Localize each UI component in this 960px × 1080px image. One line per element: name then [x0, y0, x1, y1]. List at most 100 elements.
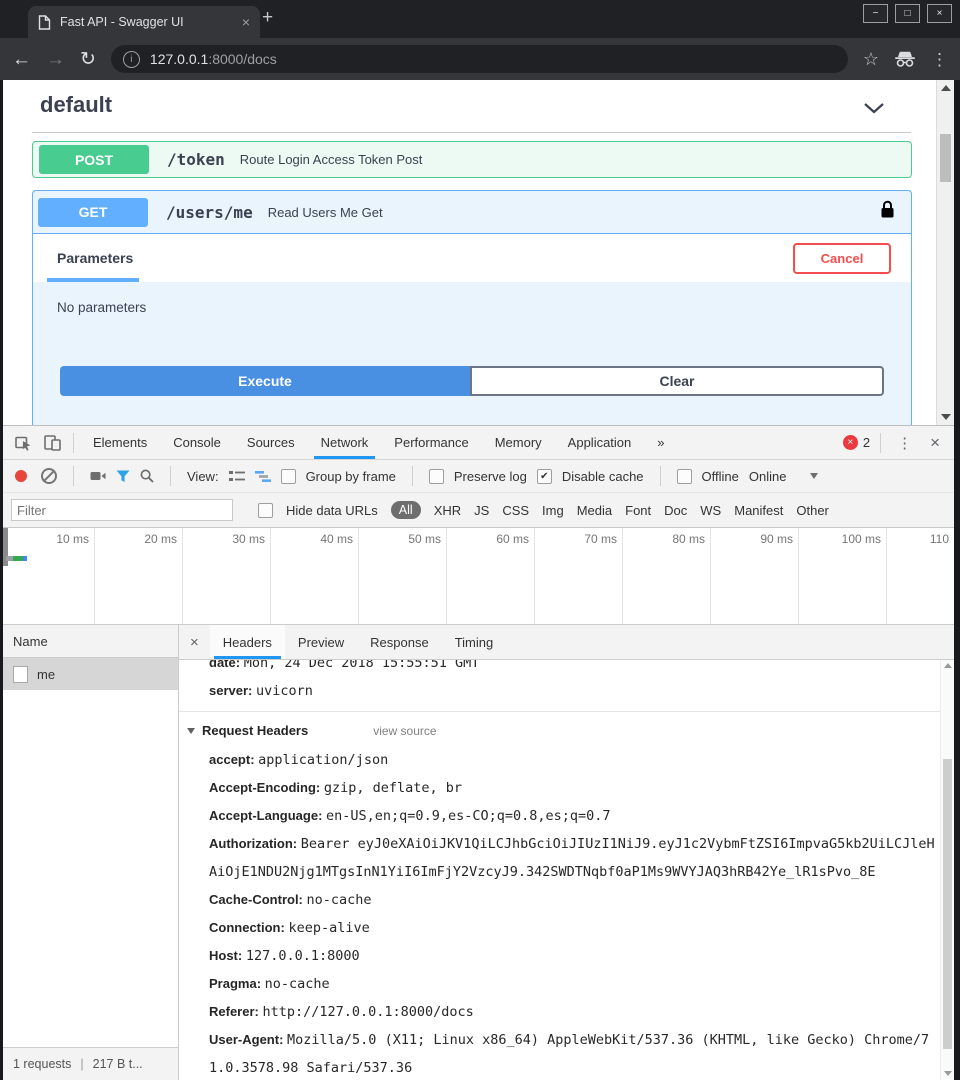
- browser-menu-kebab-icon[interactable]: ⋮: [931, 51, 948, 68]
- page-scrollbar-thumb[interactable]: [940, 134, 951, 182]
- filter-type-manifest[interactable]: Manifest: [734, 503, 783, 518]
- forward-icon[interactable]: →: [46, 50, 65, 69]
- group-by-frame-label[interactable]: Group by frame: [306, 469, 396, 484]
- filter-type-js[interactable]: JS: [474, 503, 489, 518]
- details-close-icon[interactable]: ×: [179, 634, 210, 651]
- filter-type-css[interactable]: CSS: [502, 503, 529, 518]
- endpoint-post-token[interactable]: POST /token Route Login Access Token Pos…: [32, 141, 912, 178]
- timeline-tick: 80 ms: [623, 528, 711, 624]
- header-value: Bearer eyJ0eXAiOiJKV1QiLCJhbGciOiJIUzI1N…: [209, 836, 935, 880]
- scroll-down-arrow-icon[interactable]: [941, 414, 951, 420]
- filter-type-media[interactable]: Media: [577, 503, 612, 518]
- cancel-button[interactable]: Cancel: [793, 243, 891, 274]
- throttling-select[interactable]: Online: [749, 469, 787, 484]
- network-main-split: Name me 1 requests | 217 B t... × Header…: [3, 625, 954, 1080]
- collapse-triangle-icon[interactable]: [187, 728, 195, 734]
- tab-sources[interactable]: Sources: [234, 426, 308, 459]
- devtools-close-icon[interactable]: ×: [922, 433, 948, 453]
- hide-data-urls-checkbox[interactable]: [258, 503, 273, 518]
- search-icon[interactable]: [140, 469, 154, 483]
- incognito-icon[interactable]: [894, 51, 916, 67]
- tab-console[interactable]: Console: [160, 426, 234, 459]
- window-minimize-button[interactable]: −: [863, 4, 888, 23]
- throttling-dropdown-arrow-icon[interactable]: [810, 473, 818, 479]
- hide-data-urls-label[interactable]: Hide data URLs: [286, 503, 378, 518]
- filter-type-font[interactable]: Font: [625, 503, 651, 518]
- scroll-down-arrow-icon[interactable]: [944, 1071, 952, 1076]
- tab-application[interactable]: Application: [555, 426, 645, 459]
- details-tab-headers[interactable]: Headers: [210, 625, 285, 659]
- scroll-up-arrow-icon[interactable]: [941, 85, 951, 91]
- capture-screenshots-icon[interactable]: [90, 470, 106, 482]
- request-waterfall-bar[interactable]: [6, 556, 27, 561]
- disable-cache-label[interactable]: Disable cache: [562, 469, 644, 484]
- url-bar[interactable]: i 127.0.0.1:8000/docs: [111, 45, 848, 73]
- offline-checkbox[interactable]: [677, 469, 692, 484]
- offline-label[interactable]: Offline: [702, 469, 739, 484]
- window-close-button[interactable]: ×: [927, 4, 952, 23]
- bookmark-star-icon[interactable]: ☆: [863, 50, 879, 68]
- clear-button[interactable]: Clear: [470, 366, 884, 396]
- tab-memory[interactable]: Memory: [482, 426, 555, 459]
- window-maximize-button[interactable]: □: [895, 4, 920, 23]
- group-by-frame-checkbox[interactable]: [281, 469, 296, 484]
- request-row-me[interactable]: me: [3, 658, 178, 690]
- disable-cache-checkbox[interactable]: ✔: [537, 469, 552, 484]
- reload-icon[interactable]: ↻: [80, 50, 96, 69]
- header-name: Cache-Control:: [209, 892, 303, 907]
- endpoint-header[interactable]: GET /users/me Read Users Me Get: [33, 191, 911, 234]
- execute-button[interactable]: Execute: [60, 366, 470, 396]
- preserve-log-label[interactable]: Preserve log: [454, 469, 527, 484]
- tab-performance[interactable]: Performance: [381, 426, 481, 459]
- details-scrollbar-thumb[interactable]: [943, 759, 952, 1049]
- scroll-up-arrow-icon[interactable]: [944, 663, 952, 668]
- details-tab-preview[interactable]: Preview: [285, 625, 357, 659]
- details-tab-timing[interactable]: Timing: [442, 625, 507, 659]
- filter-type-all[interactable]: All: [391, 501, 421, 519]
- tab-close-icon[interactable]: ×: [242, 15, 250, 29]
- filter-type-img[interactable]: Img: [542, 503, 564, 518]
- inspect-element-icon[interactable]: [15, 435, 32, 451]
- devtools-menu-kebab-icon[interactable]: ⋮: [887, 434, 922, 452]
- tab-elements[interactable]: Elements: [80, 426, 160, 459]
- section-collapse-chevron-icon[interactable]: [863, 102, 885, 114]
- network-timeline-overview[interactable]: 10 ms 20 ms 30 ms 40 ms 50 ms 60 ms 70 m…: [3, 528, 954, 625]
- request-headers-section[interactable]: Request Headers view source: [179, 716, 940, 746]
- execute-area: No parameters Execute Clear: [33, 282, 911, 425]
- browser-tab[interactable]: Fast API - Swagger UI ×: [28, 6, 260, 38]
- filter-type-ws[interactable]: WS: [700, 503, 721, 518]
- more-tabs-chevron-icon[interactable]: »: [644, 426, 677, 459]
- device-toolbar-icon[interactable]: [44, 435, 61, 451]
- network-toolbar: View: Group by frame Preserve log ✔ Disa…: [3, 460, 954, 493]
- details-scrollbar[interactable]: [940, 659, 954, 1080]
- error-badge-icon[interactable]: ×: [843, 435, 858, 450]
- filter-type-doc[interactable]: Doc: [664, 503, 687, 518]
- record-button-icon[interactable]: [15, 470, 27, 482]
- clear-requests-icon[interactable]: [41, 468, 57, 484]
- preserve-log-checkbox[interactable]: [429, 469, 444, 484]
- view-list-icon[interactable]: [229, 470, 245, 483]
- details-tab-response[interactable]: Response: [357, 625, 442, 659]
- page-scrollbar[interactable]: [936, 80, 954, 425]
- filter-type-xhr[interactable]: XHR: [434, 503, 461, 518]
- back-icon[interactable]: ←: [12, 50, 31, 69]
- filter-type-other[interactable]: Other: [796, 503, 829, 518]
- no-parameters-text: No parameters: [57, 300, 146, 315]
- new-tab-button[interactable]: +: [262, 7, 273, 29]
- site-info-icon[interactable]: i: [123, 51, 140, 68]
- view-waterfall-icon[interactable]: [255, 470, 271, 483]
- filter-input[interactable]: [11, 499, 233, 521]
- timeline-tick: 60 ms: [447, 528, 535, 624]
- header-name: Authorization:: [209, 836, 297, 851]
- auth-lock-icon[interactable]: [880, 200, 895, 224]
- timeline-tick: 20 ms: [95, 528, 183, 624]
- view-source-link[interactable]: view source: [373, 716, 436, 746]
- request-header-row: Accept-Language: en-US,en;q=0.9,es-CO;q=…: [179, 802, 940, 830]
- tab-network[interactable]: Network: [308, 426, 382, 459]
- error-count[interactable]: 2: [863, 435, 870, 450]
- name-column-header[interactable]: Name: [3, 625, 178, 658]
- header-name: User-Agent:: [209, 1032, 283, 1047]
- filter-funnel-icon[interactable]: [116, 470, 130, 483]
- endpoint-path: /users/me: [166, 203, 253, 222]
- timeline-tick: 70 ms: [535, 528, 623, 624]
